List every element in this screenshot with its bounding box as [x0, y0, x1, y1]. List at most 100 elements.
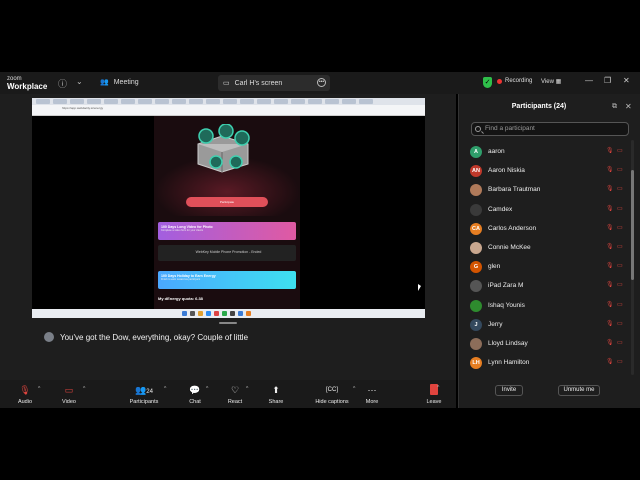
chevron-down-icon[interactable]: ⌄	[76, 77, 83, 86]
participant-row[interactable]: J Jerry 🎙 ▭	[459, 315, 629, 334]
participant-search-input[interactable]: Find a participant	[471, 122, 629, 136]
recording-indicator[interactable]: Recording	[497, 78, 532, 84]
grid-icon: ▦	[555, 79, 562, 85]
participant-row[interactable]: CA Carlos Anderson 🎙 ▭	[459, 219, 629, 238]
participant-row[interactable]: Connie McKee 🎙 ▭	[459, 238, 629, 257]
camera-off-icon: ▭	[64, 385, 74, 395]
leave-options-chevron-icon[interactable]: ^	[437, 385, 439, 391]
more-button[interactable]: ⋯ More	[364, 384, 380, 405]
participant-name: aaron	[488, 148, 505, 155]
participant-row[interactable]: iPad Zara M 🎙 ▭	[459, 276, 629, 295]
minimize-icon[interactable]: —	[585, 76, 593, 85]
shared-taskbar	[32, 309, 425, 318]
title-bar: zoom Workplace ⓘ ⌄ 👥 Meeting ▭ Carl H's …	[0, 72, 640, 94]
share-button[interactable]: ⬆ Share	[267, 384, 285, 405]
shared-screen-content[interactable]: https://app.webdacity.io/energy Particip…	[32, 98, 425, 318]
participant-row[interactable]: Camdex 🎙 ▭	[459, 200, 629, 219]
heart-icon: ♡	[230, 385, 240, 395]
letterbox-bottom	[0, 408, 640, 480]
participant-name: Carlos Anderson	[488, 224, 537, 232]
leave-button[interactable]: Leave ^	[424, 384, 444, 405]
participants-panel: Participants (24) ⧉ ✕ Find a participant…	[458, 94, 640, 408]
mic-muted-icon: 🎙	[606, 186, 614, 193]
mic-muted-icon: 🎙	[606, 282, 614, 289]
participant-row[interactable]: Gglen 🎙 ▭	[459, 257, 629, 276]
unmute-me-button[interactable]: Unmute me	[558, 385, 600, 396]
promo-card-phone: WebKey Mobile Phone Promotion - Ended	[158, 245, 296, 261]
avatar	[470, 280, 482, 293]
participant-row[interactable]: Ishaq Younis 🎙 ▭	[459, 296, 629, 315]
mic-muted-icon: 🎙	[606, 359, 614, 366]
audio-options-chevron-icon[interactable]: ^	[38, 386, 40, 392]
participants-icon: 👥	[135, 385, 147, 395]
meeting-toolbar: 🎙 Audio ^ ▭ Video ^ 👥24 Participants ^ 💬…	[0, 380, 456, 408]
close-panel-icon[interactable]: ✕	[625, 102, 632, 111]
participant-scrollbar[interactable]	[631, 140, 634, 375]
mic-muted-icon: 🎙	[19, 385, 31, 395]
captions-icon: [CC]	[326, 387, 338, 393]
hide-captions-button[interactable]: [CC] Hide captions ^	[313, 384, 355, 405]
captions-options-chevron-icon[interactable]: ^	[353, 386, 355, 392]
camera-off-icon: ▭	[617, 224, 623, 231]
participant-name: Connie McKee	[488, 244, 531, 251]
mouse-cursor-icon	[418, 284, 421, 291]
participant-row[interactable]: LH Lynn Hamilton 🎙 ▭	[459, 353, 629, 372]
camera-off-icon: ▭	[617, 301, 623, 308]
screen-share-tab[interactable]: ▭ Carl H's screen •••	[218, 75, 330, 91]
react-options-chevron-icon[interactable]: ^	[246, 386, 248, 392]
live-caption: You've got the Dow, everything, okay? Co…	[44, 332, 248, 342]
info-icon[interactable]: ⓘ	[58, 77, 67, 90]
search-icon	[475, 126, 481, 132]
avatar: J	[470, 318, 482, 331]
mic-muted-icon: 🎙	[606, 244, 614, 250]
mic-muted-icon: 🎙	[606, 205, 614, 212]
avatar	[470, 338, 482, 350]
camera-off-icon: ▭	[617, 167, 623, 174]
audio-button[interactable]: 🎙 Audio ^	[14, 384, 40, 405]
camera-off-icon: ▭	[617, 205, 623, 212]
more-icon[interactable]: •••	[317, 78, 326, 87]
video-button[interactable]: ▭ Video ^	[58, 384, 85, 405]
mic-muted-icon: 🎙	[606, 301, 614, 308]
chat-options-chevron-icon[interactable]: ^	[206, 386, 208, 392]
participant-row[interactable]: Aaaron 🎙 ▭	[459, 142, 629, 161]
participant-name: Ishaq Younis	[488, 301, 525, 309]
participants-button[interactable]: 👥24 Participants ^	[126, 384, 167, 405]
meeting-menu[interactable]: 👥 Meeting	[100, 78, 139, 87]
participant-name: glen	[488, 263, 501, 271]
camera-off-icon: ▭	[617, 186, 623, 193]
participant-row[interactable]: Barbara Trautman 🎙 ▭	[459, 180, 629, 199]
avatar	[470, 184, 482, 197]
security-shield-icon[interactable]: ✓	[483, 77, 492, 88]
avatar	[470, 203, 482, 216]
participant-name: Lynn Hamilton	[488, 359, 530, 367]
more-icon: ⋯	[367, 385, 377, 395]
avatar: CA	[470, 222, 482, 235]
participants-options-chevron-icon[interactable]: ^	[164, 386, 166, 392]
popout-icon[interactable]: ⧉	[612, 103, 617, 111]
chat-icon: 💬	[189, 385, 201, 395]
invite-button[interactable]: Invite	[495, 385, 523, 396]
video-options-chevron-icon[interactable]: ^	[83, 386, 85, 392]
participant-row[interactable]: Lloyd Lindsay 🎙 ▭	[459, 334, 629, 353]
recording-dot-icon	[497, 78, 502, 84]
camera-off-icon: ▭	[617, 263, 623, 270]
participant-name: iPad Zara M	[488, 282, 524, 290]
participants-title: Participants (24)	[511, 103, 567, 110]
promo-card-video: 100 Days Long Video for Photo Complete a…	[158, 222, 296, 240]
participant-name: Lloyd Lindsay	[488, 340, 528, 347]
participant-row[interactable]: AN Aaron Niskia 🎙 ▭	[459, 161, 629, 180]
close-window-icon[interactable]: ✕	[623, 76, 630, 85]
restore-icon[interactable]: ❐	[604, 76, 611, 85]
mic-muted-icon: 🎙	[606, 167, 614, 174]
shared-web-page: Participate 100 Days Long Video for Phot…	[154, 116, 300, 309]
avatar: G	[470, 261, 482, 274]
share-screen-icon: ⬆	[272, 385, 280, 395]
resize-handle[interactable]	[219, 322, 237, 324]
chat-button[interactable]: 💬 Chat ^	[186, 384, 208, 405]
view-button[interactable]: View ▦	[541, 78, 561, 85]
promo-card-holiday: 100 Days Holiday to Earn Energy Finish t…	[158, 271, 296, 289]
participant-list: Aaaron 🎙 ▭ AN Aaron Niskia 🎙 ▭ Barbara Trautman…	[459, 136, 629, 378]
react-button[interactable]: ♡ React ^	[226, 384, 249, 405]
camera-off-icon: ▭	[617, 320, 623, 327]
